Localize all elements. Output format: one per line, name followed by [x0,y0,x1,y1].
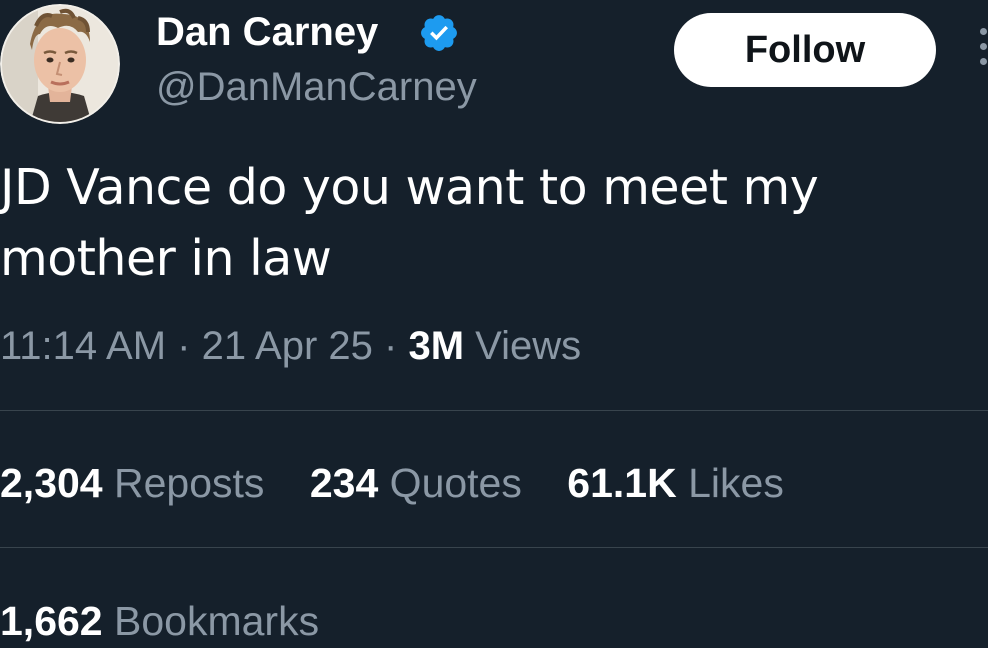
display-name[interactable]: Dan Carney [156,8,378,56]
likes-label: Likes [688,460,784,506]
tweet-date[interactable]: 21 Apr 25 [202,324,373,368]
tweet-time[interactable]: 11:14 AM [0,324,166,368]
tweet-meta: 11:14 AM · 21 Apr 25 · 3M Views [0,320,581,372]
profile-photo [0,4,120,124]
reposts-stat[interactable]: 2,304 Reposts [0,456,264,510]
follow-button[interactable]: Follow [674,13,936,87]
tweet-text: JD Vance do you want to meet my mother i… [0,159,819,287]
bookmarks-stat[interactable]: 1,662 Bookmarks [0,594,319,648]
more-options-icon[interactable] [974,28,988,72]
quotes-label: Quotes [389,460,522,506]
divider [0,410,988,411]
author-handle[interactable]: @DanManCarney [156,62,477,112]
views-count: 3M [408,324,465,368]
verified-badge-icon[interactable] [418,12,460,54]
meta-separator: · [384,324,398,368]
quotes-stat[interactable]: 234 Quotes [310,456,522,510]
bookmarks-label: Bookmarks [114,598,320,644]
likes-count: 61.1K [567,460,677,506]
views-label: Views [475,324,582,368]
likes-stat[interactable]: 61.1K Likes [567,456,784,510]
reposts-label: Reposts [114,460,265,506]
divider [0,547,988,548]
quotes-count: 234 [309,460,379,506]
engagement-stats: 2,304 Reposts 234 Quotes 61.1K Likes [0,456,818,510]
reposts-count: 2,304 [0,460,103,506]
meta-separator: · [177,324,191,368]
bookmarks-count: 1,662 [0,598,103,644]
avatar[interactable] [0,4,120,124]
